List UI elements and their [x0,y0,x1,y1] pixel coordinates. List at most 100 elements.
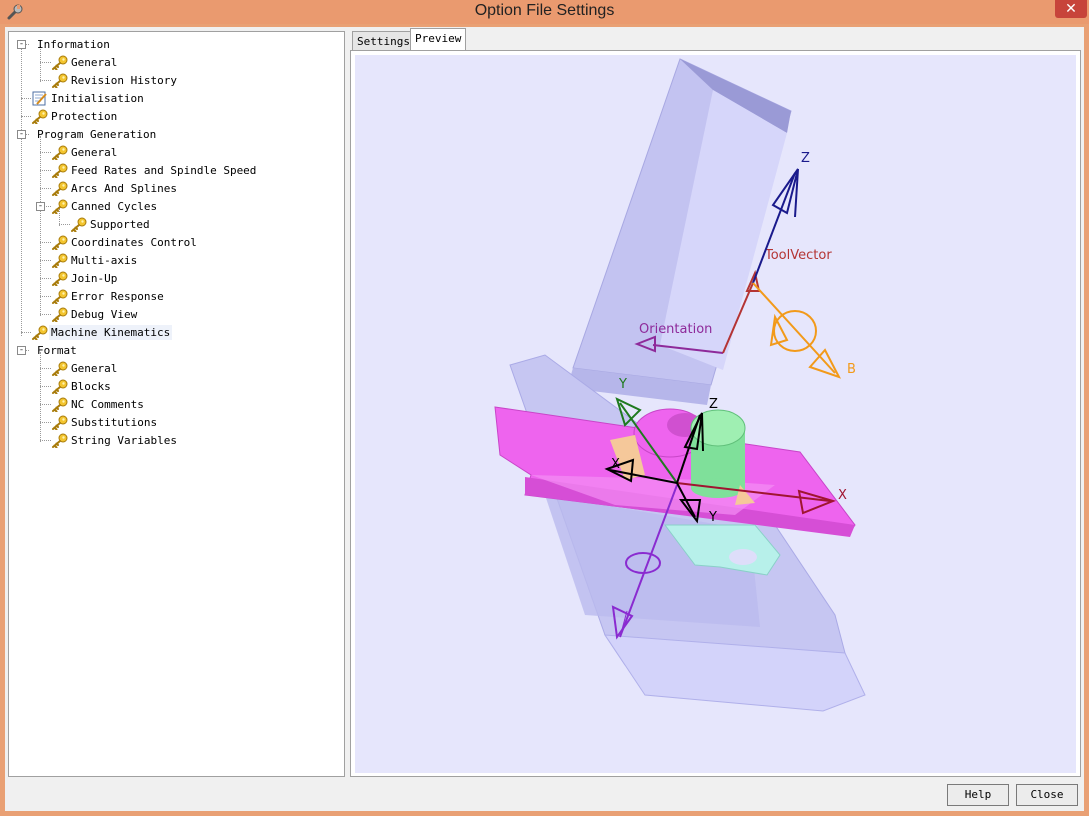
key-icon [51,253,68,269]
tree-item-format[interactable]: Format [35,342,79,359]
kinematics-viewport[interactable]: X Y Z X Y Orientation ToolVector Z B [355,55,1076,773]
key-icon [51,361,68,377]
key-icon [51,163,68,179]
tree-item-debug-view[interactable]: Debug View [51,306,139,323]
tree-connector [40,242,51,243]
orientation-label: Orientation [639,322,712,337]
tree-collapse-toggle[interactable]: - [36,202,45,211]
tree-item-blocks[interactable]: Blocks [51,378,113,395]
tree-item-label: General [71,56,118,69]
tree-connector [40,62,51,63]
tree-item-join-up[interactable]: Join-Up [51,270,119,287]
table-y-label: Y [618,377,627,392]
close-button[interactable]: Close [1016,784,1078,806]
tree-item-label: Blocks [71,380,111,393]
tree-item-feed-rates-and-spindle-speed[interactable]: Feed Rates and Spindle Speed [51,162,258,179]
tool-vector-label: ToolVector [764,248,832,263]
tree-item-supported[interactable]: Supported [70,216,152,233]
tree-item-string-variables[interactable]: String Variables [51,432,179,449]
tree-connector [21,46,22,336]
table-z-label: Z [709,397,718,412]
key-icon [51,271,68,287]
tree-item-general[interactable]: General [51,54,119,71]
tree-item-coordinates-control[interactable]: Coordinates Control [51,234,199,251]
tree-item-label: Arcs And Splines [71,182,177,195]
tree-item-general[interactable]: General [51,360,119,377]
key-icon [31,325,48,341]
tree-item-substitutions[interactable]: Substitutions [51,414,159,431]
tree-item-label: Information [37,38,110,51]
key-icon [51,181,68,197]
table-x-label: X [838,488,847,503]
tree-item-revision-history[interactable]: Revision History [51,72,179,89]
key-icon [51,415,68,431]
tree-connector [40,80,51,81]
key-icon [51,289,68,305]
preview-panel: X Y Z X Y Orientation ToolVector Z B [350,50,1081,777]
tree-connector [40,260,51,261]
tree-item-label: Program Generation [37,128,157,141]
tab-strip: Settings Preview [352,28,482,51]
tree-connector [21,116,31,117]
tree-item-label: Machine Kinematics [49,325,173,340]
tree-connector [40,422,51,423]
tree-connector [21,332,31,333]
tree-item-initialisation[interactable]: Initialisation [31,90,146,107]
tree-item-label: Substitutions [71,416,158,429]
tab-settings[interactable]: Settings [352,31,415,51]
tree-item-canned-cycles[interactable]: Canned Cycles [51,198,159,215]
window-title: Option File Settings [474,2,615,19]
key-icon [51,379,68,395]
key-icon [51,433,68,449]
tree-item-general[interactable]: General [51,144,119,161]
tree-connector [40,296,51,297]
key-icon [51,199,68,215]
tree-connector [40,152,51,153]
tree-item-information[interactable]: Information [35,36,112,53]
tab-preview[interactable]: Preview [410,28,467,51]
b-axis-label: B [847,362,856,377]
tree-item-machine-kinematics[interactable]: Machine Kinematics [31,324,173,341]
key-icon [70,217,87,233]
tree-item-nc-comments[interactable]: NC Comments [51,396,146,413]
tree-item-label: Coordinates Control [71,236,197,249]
work-y-label: Y [708,510,717,525]
edit-document-icon [31,91,48,106]
tree-collapse-toggle[interactable]: - [17,130,26,139]
tree-item-protection[interactable]: Protection [31,108,119,125]
tree-item-label: General [71,362,118,375]
tree-connector [40,136,41,316]
key-icon [51,145,68,161]
tree-item-program-generation[interactable]: Program Generation [35,126,158,143]
tree-connector [40,278,51,279]
key-icon [31,109,48,125]
tree-item-label: Initialisation [51,92,144,105]
tree-item-label: Error Response [71,290,164,303]
tree-connector [40,352,41,442]
work-x-label: X [611,457,620,472]
tree-connector [40,314,51,315]
tree-connector [40,368,51,369]
tree-item-label: Feed Rates and Spindle Speed [71,164,257,177]
help-button[interactable]: Help [947,784,1009,806]
tree-item-arcs-and-splines[interactable]: Arcs And Splines [51,180,179,197]
tree-item-multi-axis[interactable]: Multi-axis [51,252,139,269]
tree-item-label: Protection [51,110,118,123]
machine-column [567,58,792,405]
tree-collapse-toggle[interactable]: - [17,40,26,49]
tree-connector [40,440,51,441]
key-icon [51,397,68,413]
settings-tree[interactable]: Information - General Revision History Initi… [8,31,345,777]
key-icon [51,73,68,89]
tree-item-label: Join-Up [71,272,118,285]
b-rotary-axis [752,282,842,379]
window-close-button[interactable]: ✕ [1055,0,1087,18]
tree-item-label: Revision History [71,74,177,87]
tree-item-label: Debug View [71,308,138,321]
tree-connector [59,224,70,225]
key-icon [51,235,68,251]
tree-connector [40,170,51,171]
tree-item-error-response[interactable]: Error Response [51,288,166,305]
key-icon [51,307,68,323]
tree-collapse-toggle[interactable]: - [17,346,26,355]
